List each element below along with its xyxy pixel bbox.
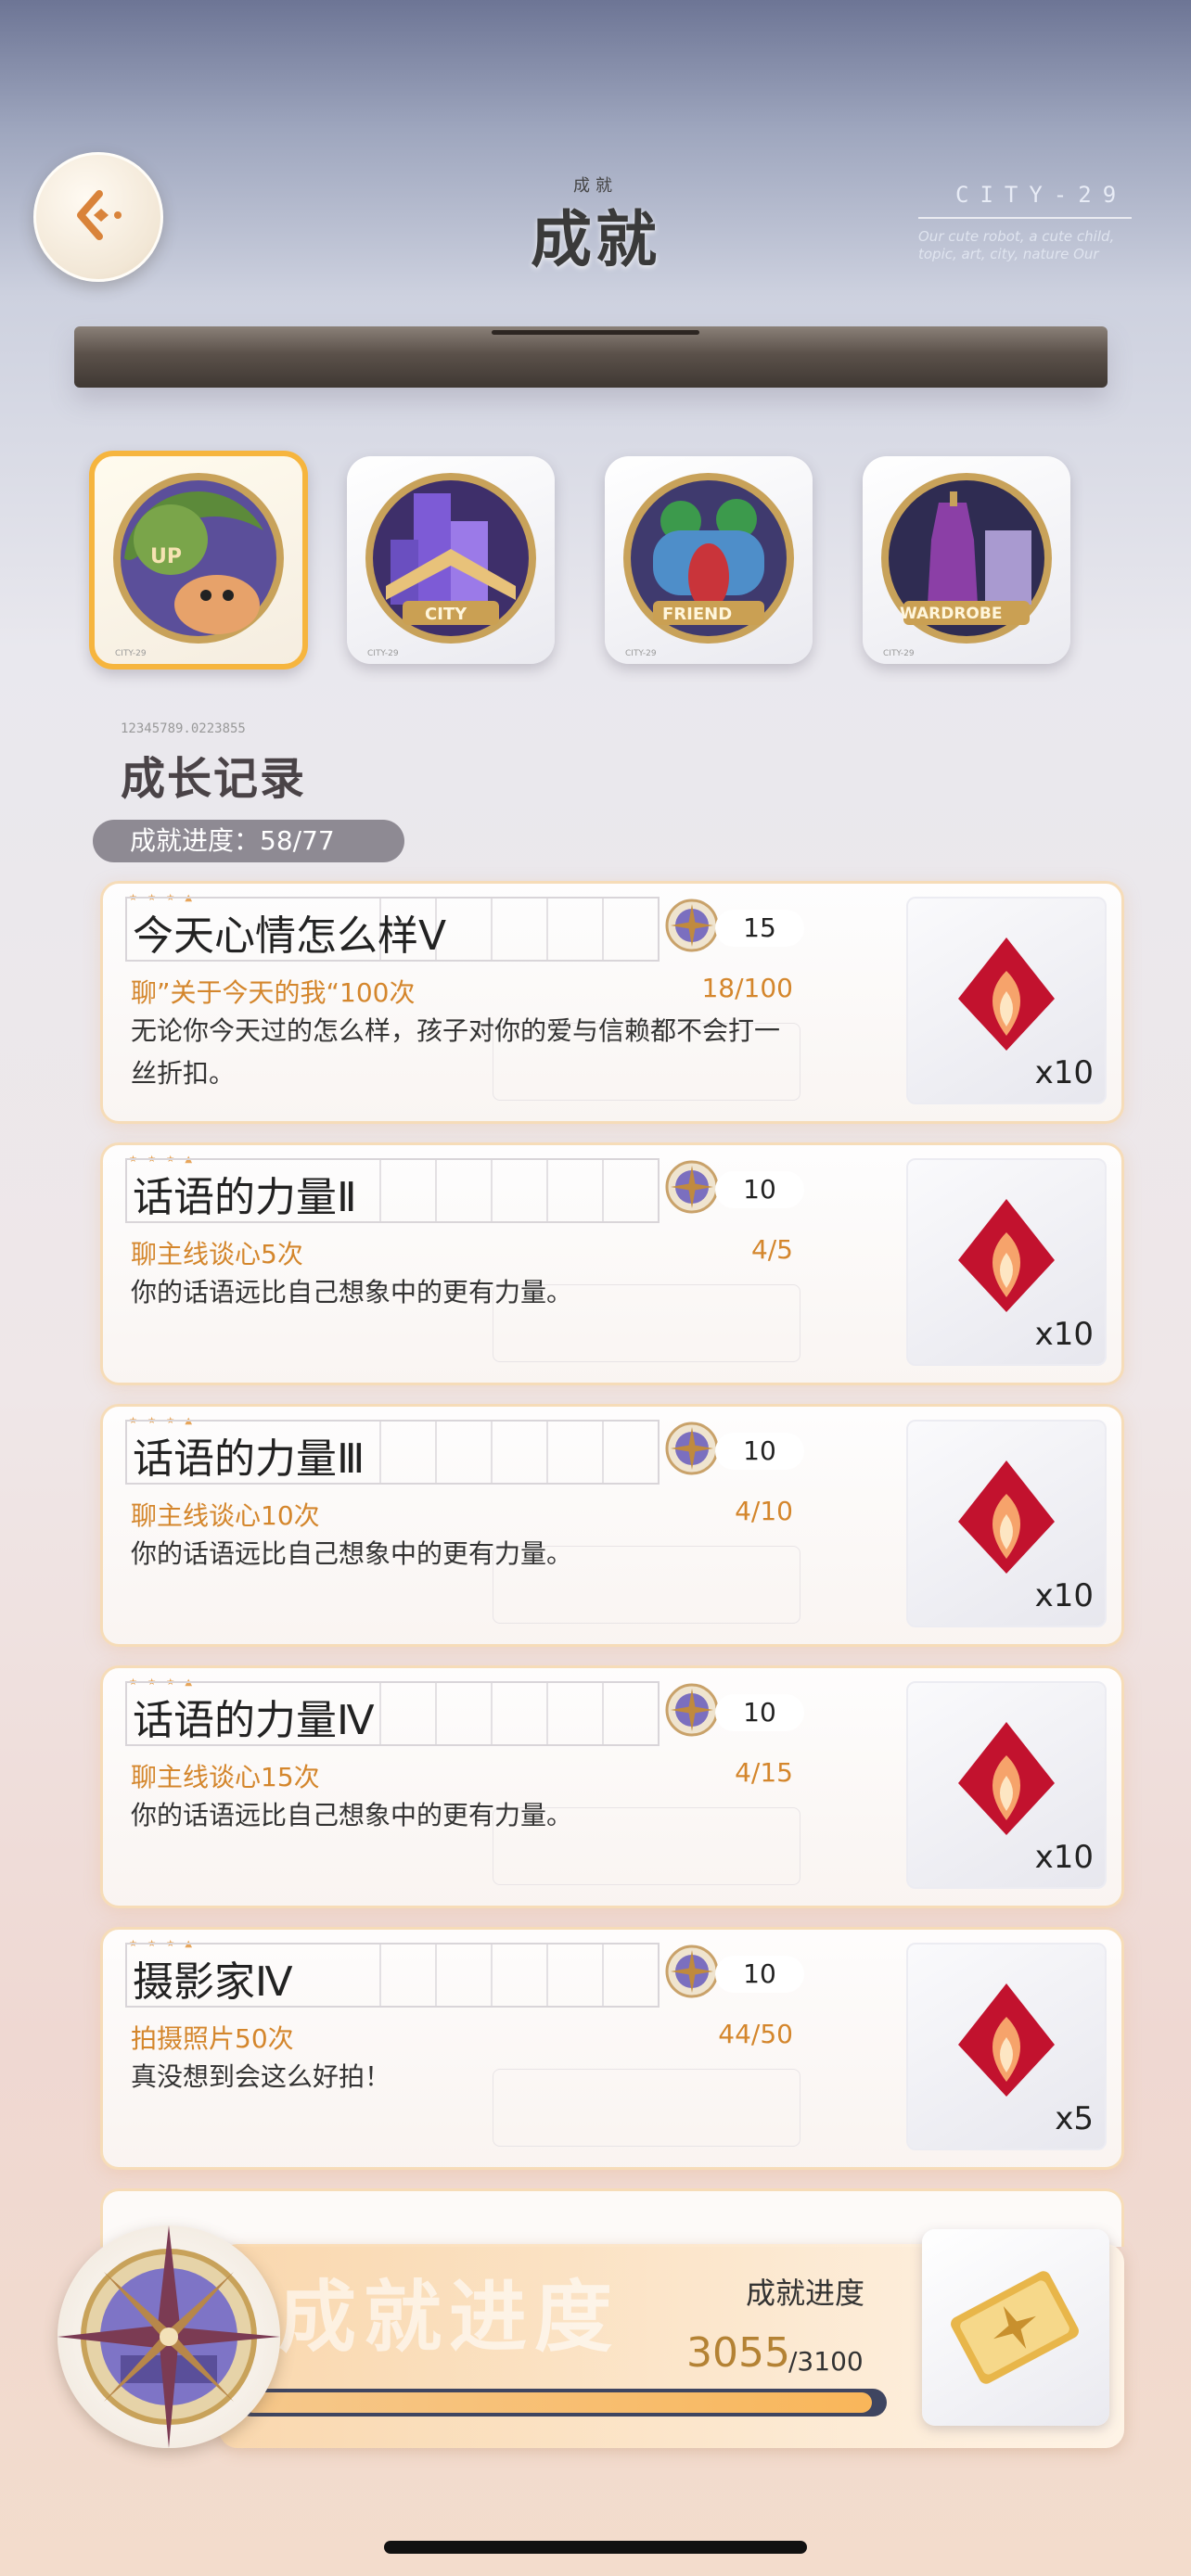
- badge-foot: CITY-29: [115, 649, 147, 658]
- compass-coin-icon: [665, 1160, 719, 1214]
- card-description: 你的话语远比自己想象中的更有力量。: [131, 1538, 573, 1569]
- red-crystal-icon: [958, 1983, 1055, 2097]
- reward-count: x10: [1034, 1839, 1094, 1876]
- section-code: 12345789.0223855: [121, 721, 246, 736]
- badge-foot: CITY-29: [883, 649, 915, 658]
- reward-count: x5: [1055, 2100, 1094, 2137]
- card-points: 10: [715, 1171, 804, 1208]
- brand-divider: [918, 217, 1132, 219]
- reward-box[interactable]: x5: [906, 1943, 1107, 2150]
- badge-shelf: [74, 326, 1108, 388]
- compass-coin-icon: [665, 899, 719, 952]
- reward-box[interactable]: x10: [906, 1158, 1107, 1366]
- compass-coin-icon: [665, 1683, 719, 1737]
- progress-value: 3055: [686, 2329, 790, 2377]
- badge-foot: CITY-29: [367, 649, 399, 658]
- card-description: 你的话语远比自己想象中的更有力量。: [131, 1800, 573, 1830]
- back-arrow-icon: [77, 190, 122, 240]
- back-button[interactable]: [33, 152, 163, 282]
- wardrobe-badge-icon: [881, 473, 1052, 644]
- progress-max: /3100: [788, 2346, 864, 2377]
- card-points: 10: [715, 1433, 804, 1470]
- compass-coin-icon: [665, 1422, 719, 1475]
- card-count: 4/5: [750, 1234, 793, 1265]
- card-name: 话语的力量Ⅳ: [133, 1697, 375, 1744]
- reward-box[interactable]: x10: [906, 1420, 1107, 1627]
- card-count: 18/100: [701, 973, 793, 1003]
- achievement-card[interactable]: ★ ★ ★ ▲ 话语的力量Ⅳ 10 聊主线谈心15次 4/15 你的话语远比自己…: [100, 1665, 1124, 1908]
- progress-label: 成就进度: [746, 2276, 865, 2311]
- card-points: 10: [715, 1694, 804, 1731]
- badge-city[interactable]: CITY CITY-29: [347, 456, 555, 664]
- badge-wardrobe[interactable]: WARDROBE CITY-29: [863, 456, 1070, 664]
- card-points: 10: [715, 1956, 804, 1993]
- gold-ticket-icon: [951, 2271, 1079, 2384]
- shelf-line: [492, 330, 699, 335]
- badge-foot: CITY-29: [625, 649, 657, 658]
- red-crystal-icon: [958, 1722, 1055, 1835]
- ticket-reward-box[interactable]: [922, 2229, 1109, 2426]
- card-count: 44/50: [718, 2019, 793, 2049]
- compass-coin-icon: [665, 1945, 719, 1998]
- achievement-card[interactable]: ★ ★ ★ ▲ 今天心情怎么样Ⅴ 15 聊”关于今天的我“100次 18/100…: [100, 881, 1124, 1124]
- card-name: 话语的力量Ⅲ: [133, 1435, 365, 1483]
- card-count: 4/15: [735, 1757, 793, 1788]
- card-name: 今天心情怎么样Ⅴ: [133, 912, 447, 960]
- red-crystal-icon: [958, 1460, 1055, 1574]
- card-description: 真没想到会这么好拍！: [131, 2061, 391, 2092]
- brand-text: CITY-29: [955, 182, 1128, 208]
- badge-wardrobe-label: WARDROBE: [900, 605, 1003, 623]
- card-name: 话语的力量Ⅱ: [133, 1174, 357, 1221]
- card-name: 摄影家Ⅳ: [133, 1958, 293, 2006]
- badge-friend[interactable]: FRIEND CITY-29: [605, 456, 813, 664]
- achievement-progress-pill: 成就进度：58/77: [93, 820, 404, 862]
- achievement-card[interactable]: ★ ★ ★ ▲ 话语的力量Ⅲ 10 聊主线谈心10次 4/10 你的话语远比自己…: [100, 1404, 1124, 1647]
- reward-count: x10: [1034, 1316, 1094, 1353]
- card-condition: 聊主线谈心5次: [131, 1239, 303, 1269]
- card-condition: 聊主线谈心10次: [131, 1500, 320, 1531]
- badge-friend-label: FRIEND: [662, 605, 733, 624]
- card-points: 15: [715, 910, 804, 947]
- card-description: 你的话语远比自己想象中的更有力量。: [131, 1277, 573, 1307]
- up-badge-icon: [113, 473, 284, 644]
- progress-watermark: 成就进度: [278, 2272, 621, 2363]
- progress-emblem[interactable]: [58, 2225, 280, 2448]
- progress-fill: [243, 2392, 872, 2413]
- achievement-card[interactable]: ★ ★ ★ ▲ 话语的力量Ⅱ 10 聊主线谈心5次 4/5 你的话语远比自己想象…: [100, 1142, 1124, 1385]
- card-condition: 拍摄照片50次: [131, 2023, 294, 2054]
- reward-box[interactable]: x10: [906, 1681, 1107, 1889]
- reward-box[interactable]: x10: [906, 897, 1107, 1104]
- compass-emblem-icon: [58, 2225, 280, 2448]
- section-title: 成长记录: [121, 753, 307, 805]
- reward-count: x10: [1034, 1054, 1094, 1091]
- card-condition: 聊主线谈心15次: [131, 1762, 320, 1792]
- red-crystal-icon: [958, 937, 1055, 1051]
- card-count: 4/10: [735, 1496, 793, 1526]
- reward-count: x10: [1034, 1577, 1094, 1614]
- red-crystal-icon: [958, 1199, 1055, 1312]
- badge-up[interactable]: UP CITY-29: [89, 451, 308, 670]
- badge-city-label: CITY: [425, 605, 467, 624]
- card-condition: 聊”关于今天的我“100次: [131, 977, 416, 1008]
- achievement-card[interactable]: ★ ★ ★ ▲ 摄影家Ⅳ 10 拍摄照片50次 44/50 真没想到会这么好拍！…: [100, 1927, 1124, 2170]
- badge-up-label: UP: [150, 545, 182, 568]
- card-description: 无论你今天过的怎么样，孩子对你的爱与信赖都不会打一丝折扣。: [131, 1015, 781, 1089]
- home-indicator[interactable]: [384, 2541, 807, 2554]
- brand-subtext: Our cute robot, a cute child, topic, art…: [918, 228, 1115, 262]
- page-title: 成就: [531, 204, 660, 275]
